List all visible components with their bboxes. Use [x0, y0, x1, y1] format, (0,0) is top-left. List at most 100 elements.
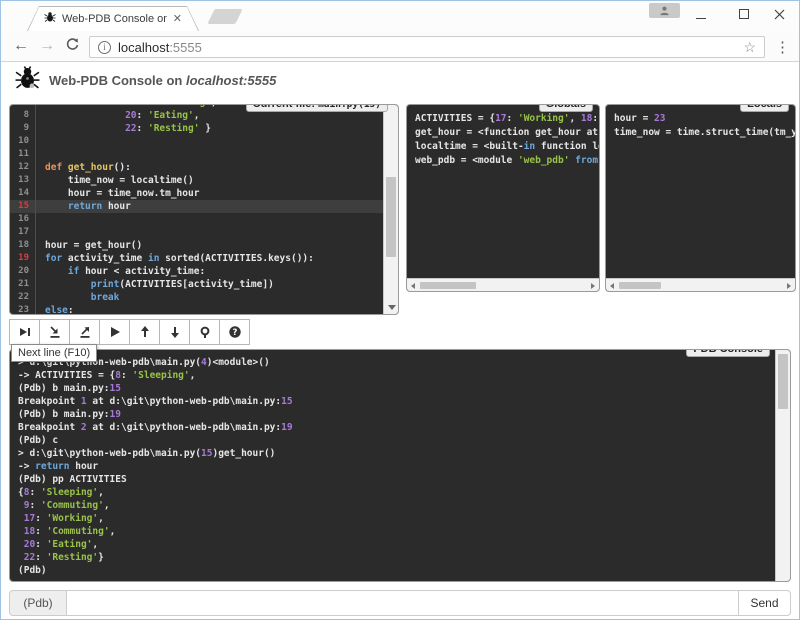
globals-scrollbar-thumb[interactable] — [420, 282, 476, 289]
scroll-right-arrow-icon[interactable] — [787, 283, 791, 289]
reload-icon — [65, 37, 80, 52]
code-text: hour = time_now.tm_hour — [36, 187, 199, 200]
code-line: 21 print(ACTIVITIES[activity_time]) — [10, 278, 383, 291]
line-number[interactable]: 23 — [10, 304, 36, 314]
console-line: > d:\git\python-web-pdb\main.py(4)<modul… — [18, 356, 775, 369]
code-line: 14 hour = time_now.tm_hour — [10, 187, 383, 200]
scroll-right-arrow-icon[interactable] — [591, 283, 595, 289]
help-button[interactable]: ? — [219, 319, 250, 345]
line-number[interactable]: 18 — [10, 239, 36, 252]
tab-close-icon[interactable]: ✕ — [173, 14, 182, 25]
code-line: 9 22: 'Resting' } — [10, 122, 383, 135]
step-out-button[interactable] — [69, 319, 100, 345]
line-number[interactable]: 12 — [10, 161, 36, 174]
bookmark-star-icon[interactable]: ☆ — [743, 39, 756, 56]
url-text: localhost:5555 — [118, 40, 736, 55]
next-line-button[interactable] — [9, 319, 40, 345]
new-tab-button[interactable] — [207, 9, 242, 24]
console-scrollbar-thumb[interactable] — [778, 354, 788, 409]
line-number[interactable]: 13 — [10, 174, 36, 187]
command-input-bar: (Pdb) Send — [9, 590, 791, 616]
step-out-icon — [78, 325, 92, 339]
debugger-toolbar: ? — [9, 319, 250, 345]
breakpoint-line-number[interactable]: 15 — [10, 200, 36, 213]
console-line: (Pdb) — [18, 564, 775, 577]
code-text: return hour — [36, 200, 131, 213]
global-variable-line: web_pdb = <module 'web_pdb' from 'd:\git… — [415, 154, 599, 168]
back-button[interactable]: ← — [13, 35, 29, 57]
console-line: 22: 'Resting'} — [18, 551, 775, 564]
down-stack-button[interactable] — [159, 319, 190, 345]
console-line: > d:\git\python-web-pdb\main.py(15)get_h… — [18, 447, 775, 460]
code-text: 22: 'Resting' } — [36, 122, 211, 135]
code-text: break — [36, 291, 119, 304]
breakpoint-line-number[interactable]: 19 — [10, 252, 36, 265]
page-header: Web-PDB Console on localhost:5555 — [1, 62, 799, 102]
scroll-left-arrow-icon[interactable] — [411, 283, 415, 289]
code-text: hour = get_hour() — [36, 239, 142, 252]
send-button[interactable]: Send — [739, 590, 791, 616]
maximize-button[interactable] — [729, 1, 759, 27]
line-number[interactable]: 10 — [10, 135, 36, 148]
globals-scrollbar[interactable] — [407, 278, 599, 291]
command-input[interactable] — [67, 590, 739, 616]
close-button[interactable] — [764, 1, 794, 27]
pdb-prompt-label: (Pdb) — [9, 590, 67, 616]
line-number[interactable]: 8 — [10, 109, 36, 122]
line-number[interactable]: 11 — [10, 148, 36, 161]
console-line: 20: 'Eating', — [18, 538, 775, 551]
console-line: -> ACTIVITIES = {8: 'Sleeping', — [18, 369, 775, 382]
up-stack-button[interactable] — [129, 319, 160, 345]
console-line: (Pdb) c — [18, 434, 775, 447]
where-button[interactable] — [189, 319, 220, 345]
location-pin-icon — [198, 325, 212, 339]
code-text: def get_hour(): — [36, 161, 131, 174]
forward-button[interactable]: → — [39, 35, 55, 57]
next-line-icon — [18, 325, 32, 339]
svg-text:?: ? — [232, 328, 237, 338]
code-line: 18hour = get_hour() — [10, 239, 383, 252]
profile-button[interactable] — [649, 3, 680, 18]
step-into-icon — [48, 325, 62, 339]
step-into-button[interactable] — [39, 319, 70, 345]
line-number[interactable]: 16 — [10, 213, 36, 226]
global-variable-line: get_hour = <function get_hour at 0x00000… — [415, 126, 599, 140]
pdb-console-tab-label: PDB Console — [686, 349, 770, 357]
global-variable-line: localtime = <built-in function localtime… — [415, 140, 599, 154]
editor-scrollbar-thumb[interactable] — [386, 177, 396, 257]
continue-button[interactable] — [99, 319, 130, 345]
pdb-console-panel: PDB Console > d:\git\python-web-pdb\main… — [9, 349, 791, 582]
help-icon: ? — [228, 325, 242, 339]
console-line: 18: 'Commuting', — [18, 525, 775, 538]
scroll-down-arrow-icon[interactable] — [388, 305, 396, 310]
code-text: time_now = localtime() — [36, 174, 194, 187]
address-bar[interactable]: i localhost:5555 ☆ — [89, 36, 765, 58]
browser-tab[interactable]: Web-PDB Console on lo ✕ — [27, 6, 199, 31]
console-line: -> return hour — [18, 460, 775, 473]
line-number[interactable]: 22 — [10, 291, 36, 304]
editor-scrollbar[interactable] — [383, 105, 398, 314]
global-variable-line: ACTIVITIES = {17: 'Working', 18: 'Commut… — [415, 112, 599, 126]
scroll-left-arrow-icon[interactable] — [610, 283, 614, 289]
locals-scrollbar-thumb[interactable] — [619, 282, 661, 289]
code-line: 11 — [10, 148, 383, 161]
reload-button[interactable] — [65, 37, 80, 59]
line-number[interactable]: 14 — [10, 187, 36, 200]
line-number[interactable]: 20 — [10, 265, 36, 278]
webpdb-bug-icon — [15, 65, 40, 96]
line-number[interactable]: 17 — [10, 226, 36, 239]
page-info-icon[interactable]: i — [98, 41, 111, 54]
line-number[interactable]: 9 — [10, 122, 36, 135]
console-scrollbar[interactable] — [775, 350, 790, 581]
browser-menu-icon[interactable]: ⋮ — [775, 38, 790, 56]
locals-content: hour = 23time_now = time.struct_time(tm_… — [606, 105, 795, 278]
code-line: 20 if hour < activity_time: — [10, 265, 383, 278]
code-line: 16 — [10, 213, 383, 226]
locals-scrollbar[interactable] — [606, 278, 795, 291]
minimize-button[interactable] — [686, 1, 716, 27]
code-text — [36, 226, 45, 239]
line-number[interactable]: 21 — [10, 278, 36, 291]
code-text: else: — [36, 304, 74, 314]
browser-window: Web-PDB Console on lo ✕ ← → i localhost:… — [0, 0, 800, 620]
code-line: 13 time_now = localtime() — [10, 174, 383, 187]
